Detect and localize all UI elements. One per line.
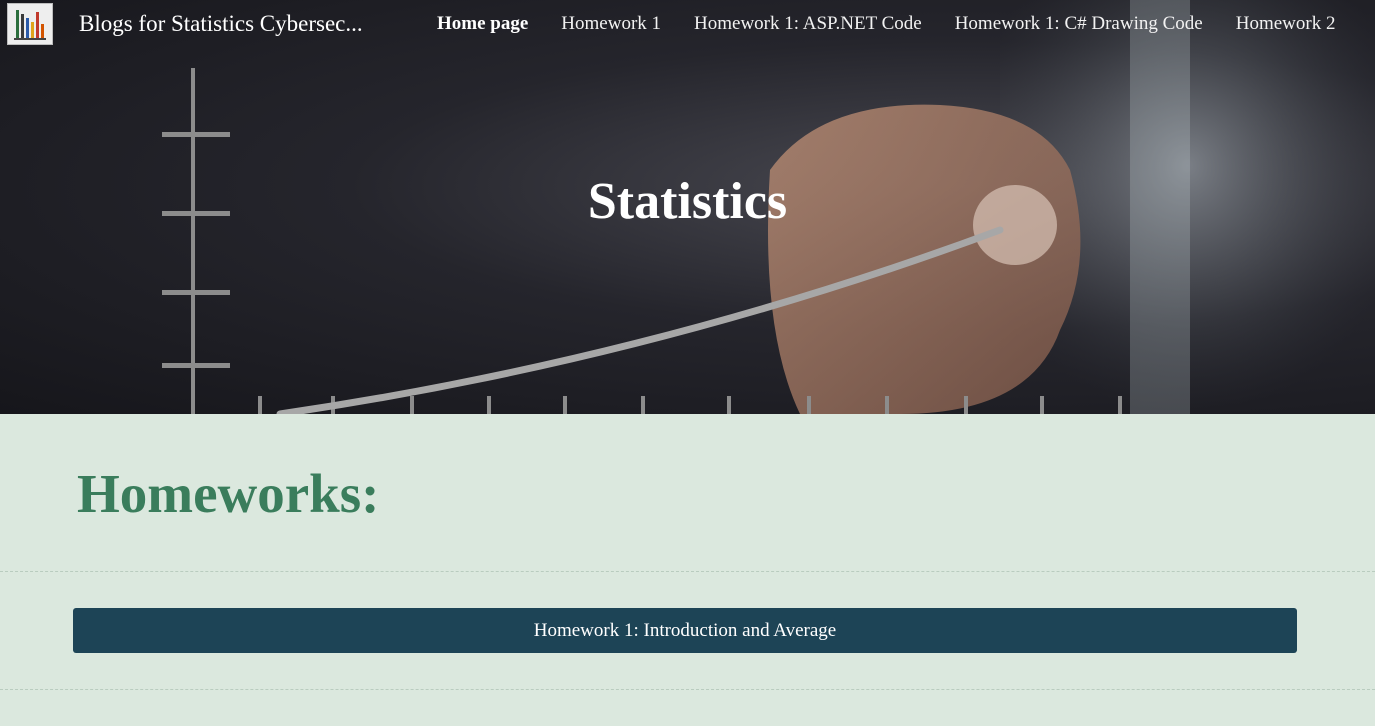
- nav-item-home-page[interactable]: Home page: [437, 13, 528, 35]
- section-heading: Homeworks:: [77, 463, 380, 524]
- divider-bottom: [0, 689, 1375, 690]
- nav-item-homework-2[interactable]: Homework 2: [1236, 13, 1336, 35]
- main-nav: Home page Homework 1 Homework 1: ASP.NET…: [437, 13, 1335, 35]
- nav-item-homework-1-aspnet-code[interactable]: Homework 1: ASP.NET Code: [694, 13, 922, 35]
- hero-title: Statistics: [587, 173, 788, 230]
- main-content: Homeworks: Homework 1: Introduction and …: [0, 414, 1375, 726]
- homework-1-button[interactable]: Homework 1: Introduction and Average: [73, 608, 1297, 653]
- site-title[interactable]: Blogs for Statistics Cybersec...: [79, 11, 363, 37]
- site-logo[interactable]: [7, 3, 53, 45]
- divider-top: [0, 571, 1375, 572]
- nav-item-homework-1[interactable]: Homework 1: [561, 13, 661, 35]
- nav-item-homework-1-csharp-drawing-code[interactable]: Homework 1: C# Drawing Code: [955, 13, 1203, 35]
- hero-banner: Blogs for Statistics Cybersec... Home pa…: [0, 0, 1375, 414]
- top-navigation-bar: Blogs for Statistics Cybersec... Home pa…: [0, 0, 1375, 50]
- bar-chart-logo-icon: [14, 10, 46, 40]
